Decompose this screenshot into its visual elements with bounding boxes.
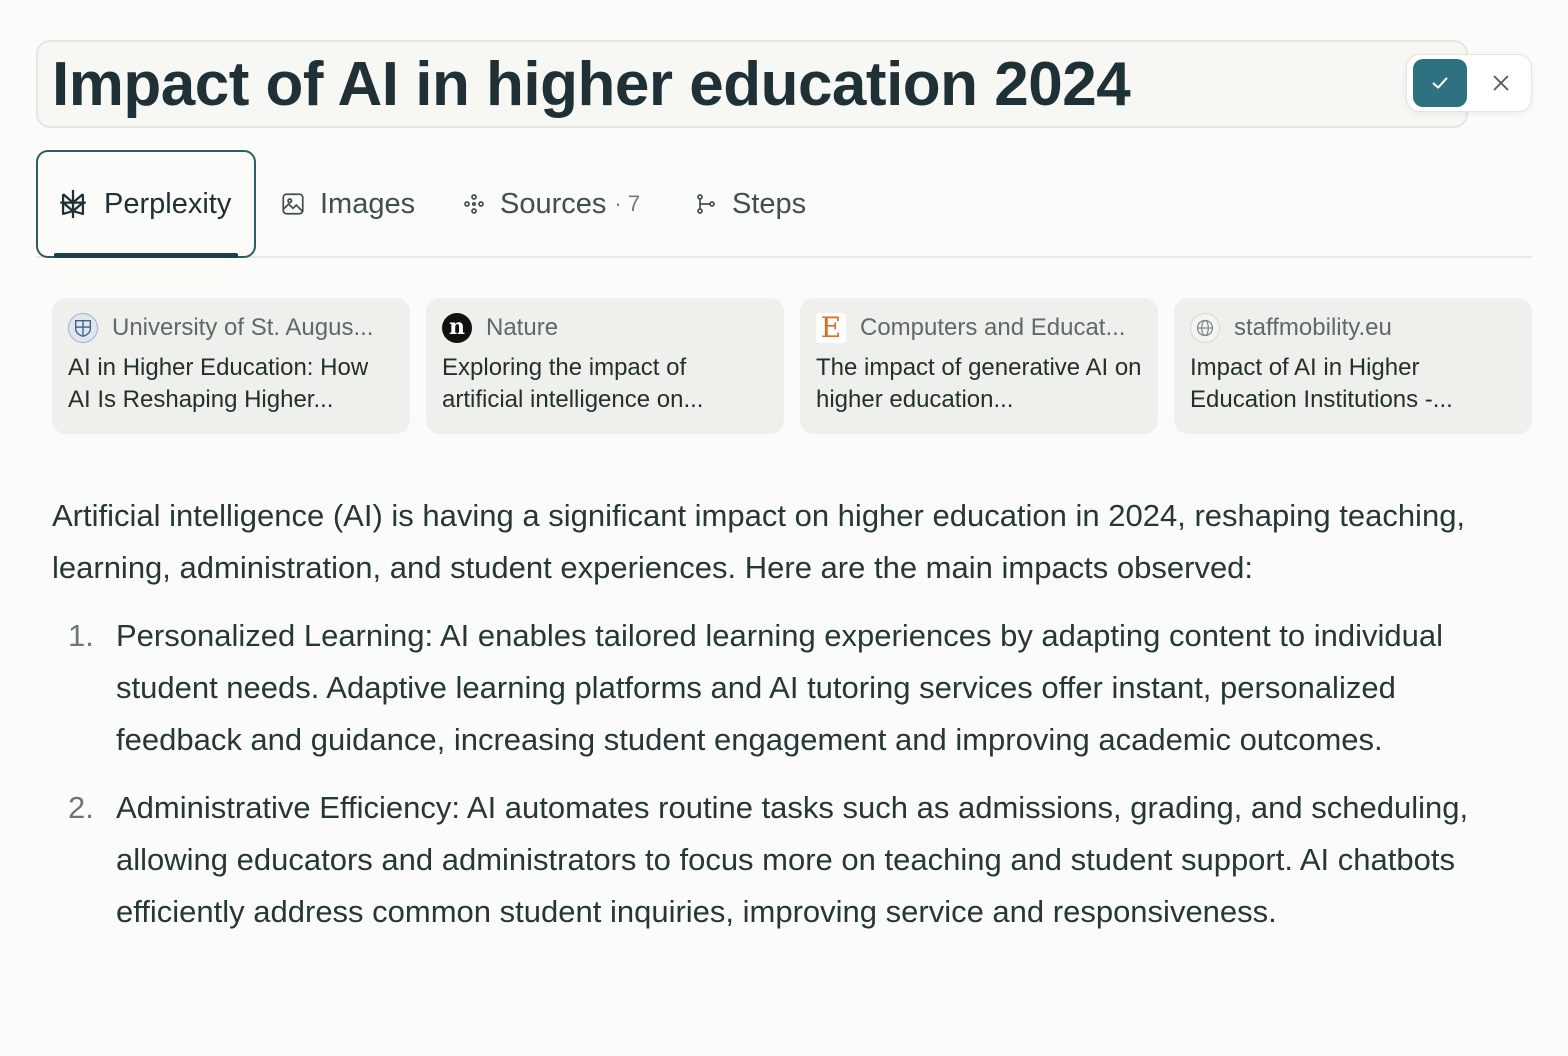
tab-label: Sources xyxy=(500,187,607,220)
list-number: 1. xyxy=(68,618,94,653)
perplexity-logo-icon xyxy=(60,189,86,219)
source-title: Exploring the impact of artificial intel… xyxy=(442,354,704,413)
source-title: The impact of generative AI on higher ed… xyxy=(816,354,1142,413)
source-title: AI in Higher Education: How AI Is Reshap… xyxy=(68,354,369,413)
answer-body: Artificial intelligence (AI) is having a… xyxy=(52,490,1522,954)
tab-label: Images xyxy=(320,187,416,220)
tab-sources[interactable]: Sources · 7 xyxy=(462,150,640,258)
tab-images[interactable]: Images xyxy=(280,150,415,258)
steps-icon xyxy=(697,194,715,214)
impact-list: 1. Personalized Learning: AI enables tai… xyxy=(52,610,1522,938)
university-crest-icon xyxy=(68,313,98,343)
source-card-header: E Computers and Educat... xyxy=(816,312,1142,344)
globe-icon xyxy=(1190,313,1220,343)
source-card[interactable]: E Computers and Educat... The impact of … xyxy=(800,298,1158,434)
source-site: staffmobility.eu xyxy=(1234,314,1392,341)
source-card[interactable]: n Nature Exploring the impact of artific… xyxy=(426,298,784,434)
elsevier-logo-icon: E xyxy=(816,313,846,343)
source-card[interactable]: University of St. Augus... AI in Higher … xyxy=(52,298,410,434)
image-icon xyxy=(282,193,304,215)
sources-count: · 7 xyxy=(614,191,641,216)
source-card-header: University of St. Augus... xyxy=(68,312,394,344)
source-site: University of St. Augus... xyxy=(112,314,374,341)
source-cards: University of St. Augus... AI in Higher … xyxy=(52,298,1532,434)
answer-intro: Artificial intelligence (AI) is having a… xyxy=(52,498,1466,585)
source-site: Computers and Educat... xyxy=(860,314,1126,341)
check-icon xyxy=(1432,77,1448,89)
close-icon xyxy=(1493,75,1509,91)
title-edit-field[interactable]: Impact of AI in higher education 2024 xyxy=(36,40,1468,128)
list-item: 2. Administrative Efficiency: AI automat… xyxy=(52,782,1522,938)
list-item-text: Administrative Efficiency: AI automates … xyxy=(116,790,1469,929)
cancel-edit-button[interactable] xyxy=(1481,63,1521,103)
result-tabs: Perplexity Images Sources · 7 Steps xyxy=(36,150,1532,258)
edit-actions xyxy=(1406,54,1532,112)
source-site: Nature xyxy=(486,314,559,341)
title-input-text[interactable]: Impact of AI in higher education 2024 xyxy=(52,49,1131,120)
confirm-edit-button[interactable] xyxy=(1413,59,1467,107)
sources-icon xyxy=(464,194,484,214)
tab-label: Steps xyxy=(732,187,807,220)
nature-logo-icon: n xyxy=(442,313,472,343)
tab-steps[interactable]: Steps xyxy=(694,150,806,258)
tab-perplexity[interactable]: Perplexity xyxy=(36,150,256,258)
list-item: 1. Personalized Learning: AI enables tai… xyxy=(52,610,1522,766)
tab-label: Perplexity xyxy=(104,187,232,220)
source-card[interactable]: staffmobility.eu Impact of AI in Higher … xyxy=(1174,298,1532,434)
search-result-page: Impact of AI in higher education 2024 Pe… xyxy=(0,0,1568,1056)
list-number: 2. xyxy=(68,790,94,825)
source-card-header: n Nature xyxy=(442,312,768,344)
source-title: Impact of AI in Higher Education Institu… xyxy=(1190,354,1453,413)
source-card-header: staffmobility.eu xyxy=(1190,312,1516,344)
list-item-text: Personalized Learning: AI enables tailor… xyxy=(116,618,1444,757)
